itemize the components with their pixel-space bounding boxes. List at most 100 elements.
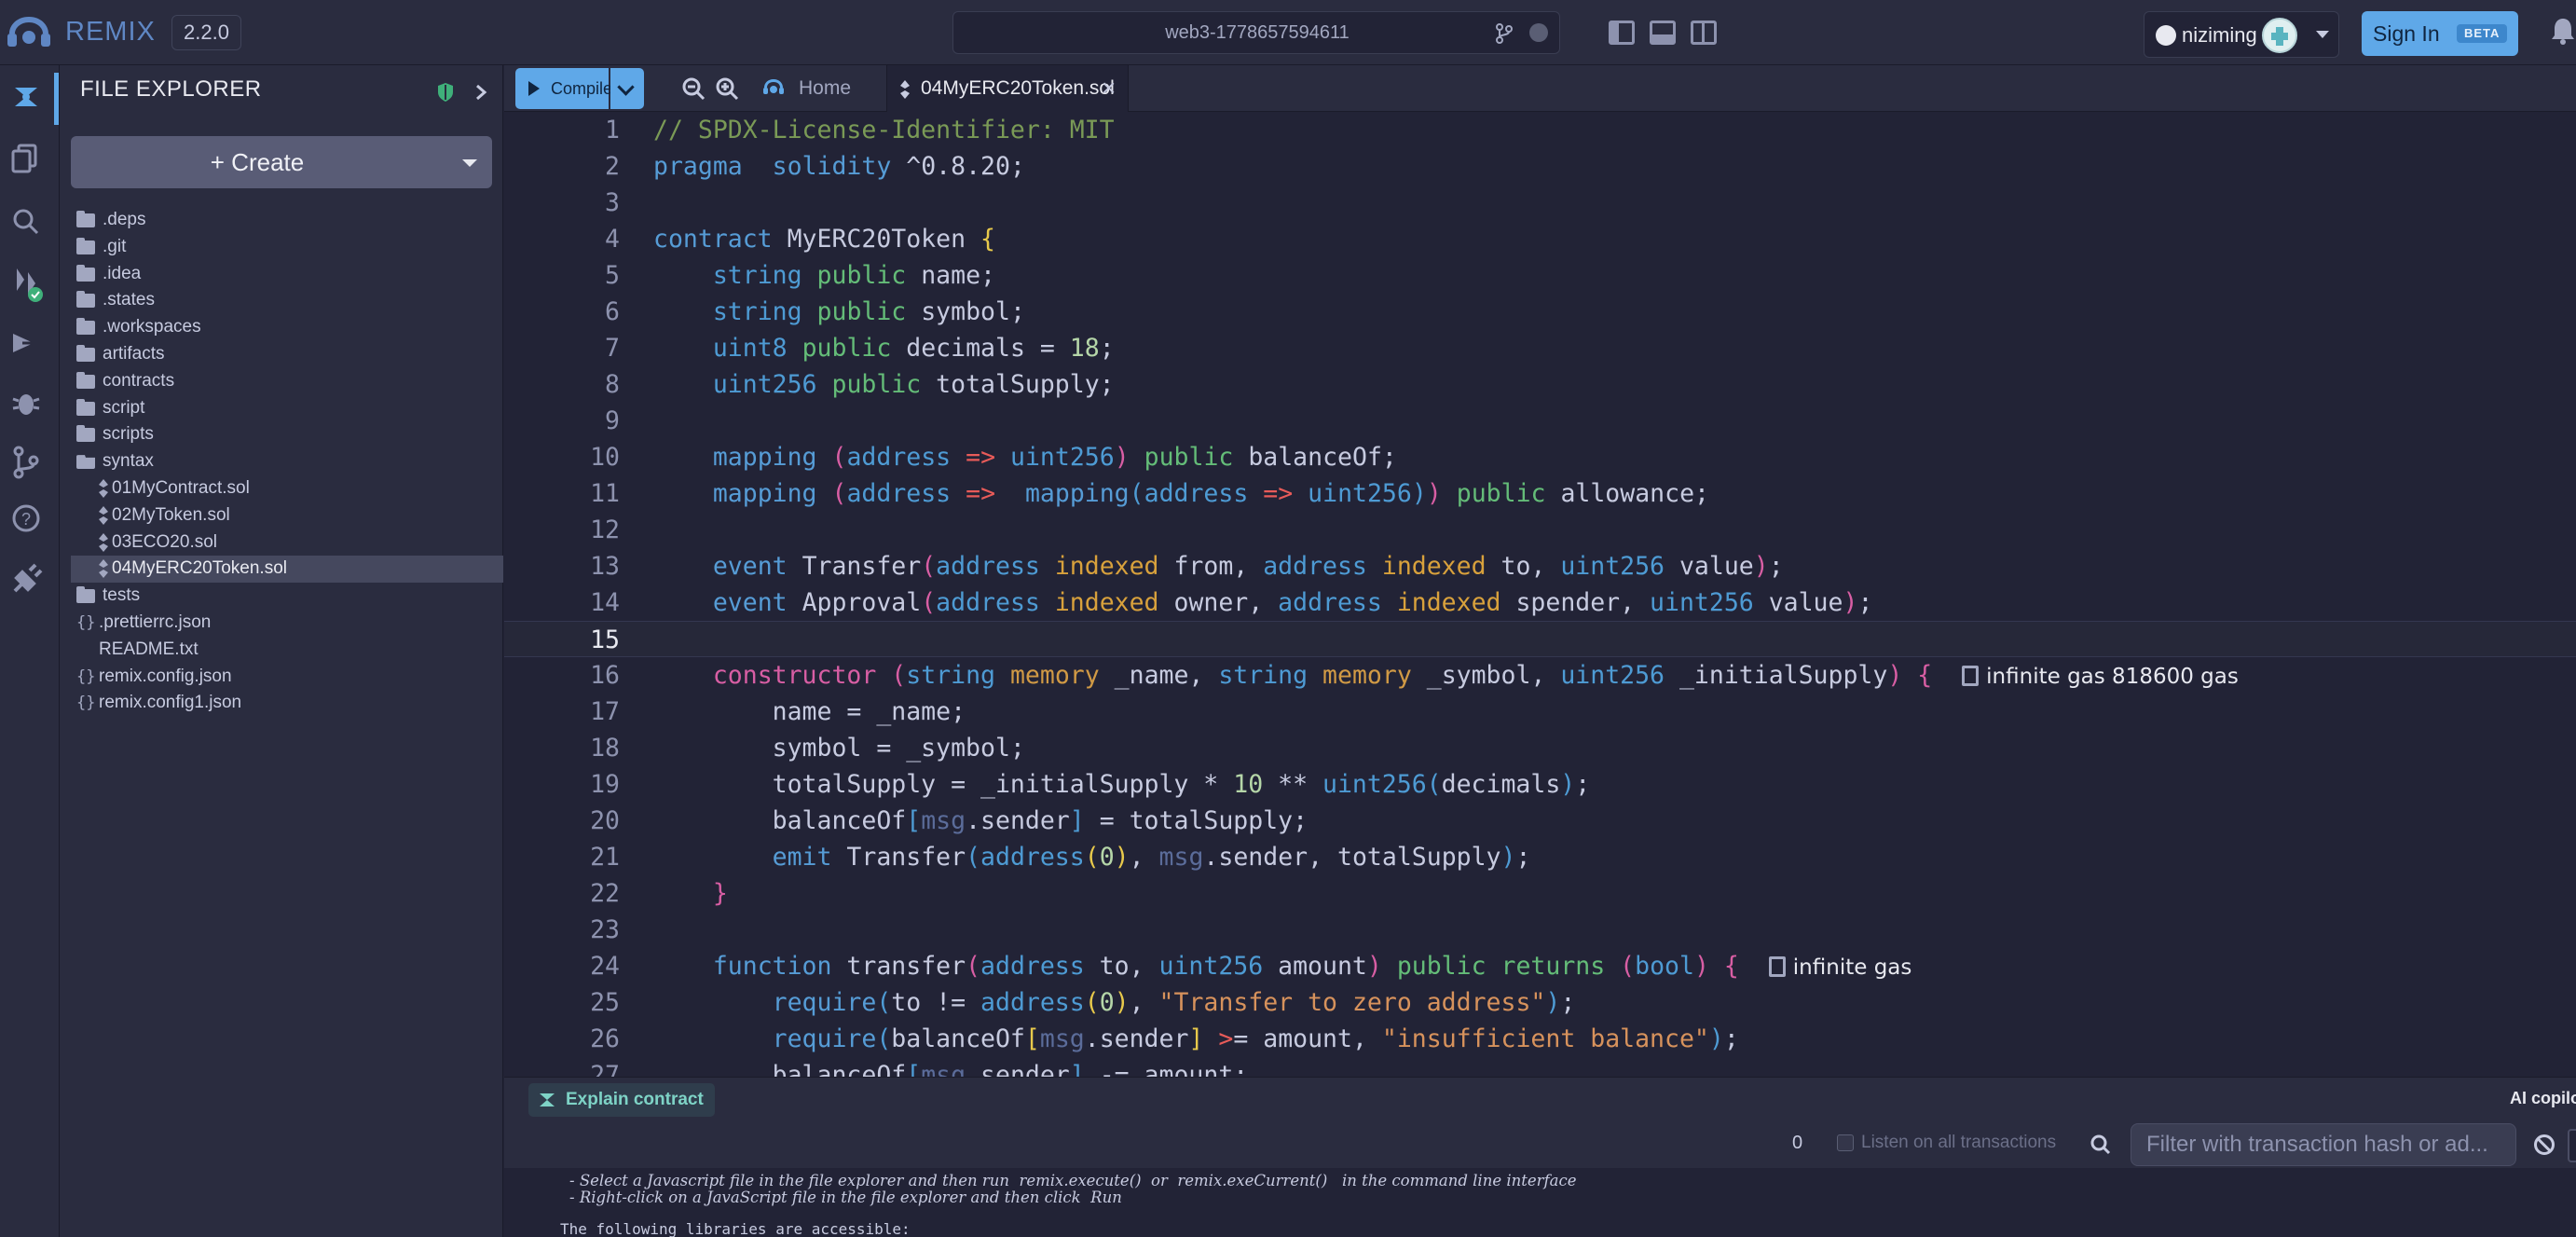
code-line[interactable]: 2 pragma solidity ^0.8.20;	[504, 148, 2576, 185]
shield-icon[interactable]	[436, 82, 455, 103]
code-token: address	[936, 552, 1040, 581]
tree-file[interactable]: {} remix.config.json	[71, 664, 503, 691]
create-button[interactable]: + Create	[71, 136, 492, 188]
solidity-compiler-icon[interactable]	[6, 263, 47, 304]
code-line[interactable]: 1 // SPDX-License-Identifier: MIT	[504, 112, 2576, 148]
help-icon[interactable]: ?	[6, 498, 47, 539]
code-token: string	[1218, 661, 1309, 690]
user-menu[interactable]: niziming	[2144, 11, 2339, 58]
code-line[interactable]: 22 }	[504, 875, 2576, 912]
terminal-toggle-button[interactable]	[2568, 1129, 2576, 1162]
tree-folder[interactable]: script	[71, 395, 503, 422]
layout-bottom-panel-icon[interactable]	[1650, 21, 1676, 45]
tree-folder[interactable]: syntax	[71, 448, 503, 475]
tree-item-label: .workspaces	[103, 317, 201, 337]
code-line[interactable]: 3	[504, 185, 2576, 221]
clear-console-icon[interactable]	[2534, 1134, 2555, 1155]
code-line[interactable]: 9	[504, 403, 2576, 439]
code-token: require	[772, 1024, 877, 1053]
code-line[interactable]: 15	[504, 621, 2576, 657]
code-editor[interactable]: 1 // SPDX-License-Identifier: MIT 2 pragma …	[504, 112, 2576, 1077]
tree-folder[interactable]: artifacts	[71, 341, 503, 368]
folder-icon	[76, 586, 95, 604]
code-line[interactable]: 13 event Transfer(address indexed from, …	[504, 548, 2576, 584]
code-line[interactable]: 5 string public name;	[504, 257, 2576, 294]
tab-home[interactable]: Home	[761, 65, 883, 112]
compile-options-button[interactable]	[610, 68, 644, 109]
chevron-down-icon[interactable]	[2316, 31, 2329, 38]
code-line[interactable]: 12	[504, 512, 2576, 548]
code-line[interactable]: 8 uint256 public totalSupply;	[504, 366, 2576, 403]
file-explorer-icon[interactable]	[6, 138, 47, 179]
deploy-run-icon[interactable]	[6, 323, 47, 364]
chevron-right-icon[interactable]	[472, 82, 490, 103]
code-line[interactable]: 24 function transfer(address to, uint256…	[504, 948, 2576, 984]
line-text: mapping (address => mapping(address => u…	[653, 475, 1709, 512]
ai-copilot-label[interactable]: AI copilot	[2510, 1089, 2576, 1108]
code-line[interactable]: 6 string public symbol;	[504, 294, 2576, 330]
explain-contract-button[interactable]: Explain contract	[528, 1083, 715, 1117]
tree-file[interactable]: 03ECO20.sol	[71, 529, 503, 557]
bell-icon[interactable]	[2550, 17, 2576, 45]
workspace-select[interactable]: web3-1778657594611	[952, 11, 1560, 54]
code-line[interactable]: 23	[504, 912, 2576, 948]
listen-checkbox[interactable]	[1837, 1134, 1854, 1151]
chevron-down-icon[interactable]	[462, 159, 477, 167]
tree-folder[interactable]: contracts	[71, 368, 503, 395]
tree-file[interactable]: README.txt	[71, 637, 503, 664]
tree-folder[interactable]: .git	[71, 234, 503, 261]
search-icon[interactable]	[6, 201, 47, 242]
code-line[interactable]: 25 require(to != address(0), "Transfer t…	[504, 984, 2576, 1021]
code-token: indexed	[1381, 552, 1487, 581]
layout-right-panel-icon[interactable]	[1691, 21, 1717, 45]
compile-button[interactable]: Compile	[515, 68, 612, 109]
workspace-menu-icon[interactable]	[1529, 23, 1548, 42]
git-icon[interactable]	[6, 442, 47, 483]
terminal-header: 0 Listen on all transactions	[504, 1121, 2576, 1168]
zoom-out-icon[interactable]	[681, 76, 706, 101]
code-line[interactable]: 7 uint8 public decimals = 18;	[504, 330, 2576, 366]
code-line[interactable]: 21 emit Transfer(address(0), msg.sender,…	[504, 839, 2576, 875]
plugin-manager-icon[interactable]	[6, 559, 47, 600]
code-line[interactable]: 14 event Approval(address indexed owner,…	[504, 584, 2576, 621]
git-branch-icon[interactable]	[1494, 23, 1514, 44]
code-token: transfer	[831, 952, 966, 981]
code-line[interactable]: 16 constructor (string memory _name, str…	[504, 657, 2576, 694]
code-line[interactable]: 11 mapping (address => mapping(address =…	[504, 475, 2576, 512]
tree-file[interactable]: {} remix.config1.json	[71, 690, 503, 717]
line-number: 25	[590, 988, 620, 1017]
tree-folder[interactable]: tests	[71, 583, 503, 610]
code-line[interactable]: 20 balanceOf[msg.sender] = totalSupply;	[504, 803, 2576, 839]
code-line[interactable]: 4 contract MyERC20Token {	[504, 221, 2576, 257]
code-line[interactable]: 17 name = _name;	[504, 694, 2576, 730]
tab-active-file[interactable]: 04MyERC20Token.sol ×	[886, 65, 1129, 112]
code-line[interactable]: 10 mapping (address => uint256) public b…	[504, 439, 2576, 475]
code-line[interactable]: 18 symbol = _symbol;	[504, 730, 2576, 766]
tree-file[interactable]: 04MyERC20Token.sol	[71, 556, 503, 584]
ai-assistant-icon[interactable]	[6, 76, 47, 117]
solidity-file-icon	[99, 478, 108, 498]
tree-folder[interactable]: .deps	[71, 207, 503, 234]
tree-folder[interactable]: .idea	[71, 261, 503, 288]
tree-file[interactable]: {} .prettierrc.json	[71, 610, 503, 637]
code-line[interactable]: 19 totalSupply = _initialSupply * 10 ** …	[504, 766, 2576, 803]
code-line[interactable]: 26 require(balanceOf[msg.sender] >= amou…	[504, 1021, 2576, 1057]
tree-file[interactable]: 02MyToken.sol	[71, 502, 503, 529]
sign-in-button[interactable]: Sign In BETA	[2362, 11, 2518, 56]
code-line[interactable]: 27 balanceOf[msg.sender] -= amount;	[504, 1057, 2576, 1077]
debugger-icon[interactable]	[6, 382, 47, 423]
code-token: address	[936, 588, 1040, 617]
tree-folder[interactable]: .workspaces	[71, 314, 503, 341]
code-token: ]	[1188, 1024, 1204, 1053]
layout-left-panel-icon[interactable]	[1609, 21, 1635, 45]
tree-folder[interactable]: .states	[71, 287, 503, 314]
tx-filter-input[interactable]	[2131, 1123, 2516, 1166]
close-icon[interactable]: ×	[1102, 76, 1116, 100]
zoom-in-icon[interactable]	[715, 76, 739, 101]
code-token: (	[921, 552, 937, 581]
tree-folder[interactable]: scripts	[71, 421, 503, 448]
tree-file[interactable]: 01MyContract.sol	[71, 475, 503, 502]
